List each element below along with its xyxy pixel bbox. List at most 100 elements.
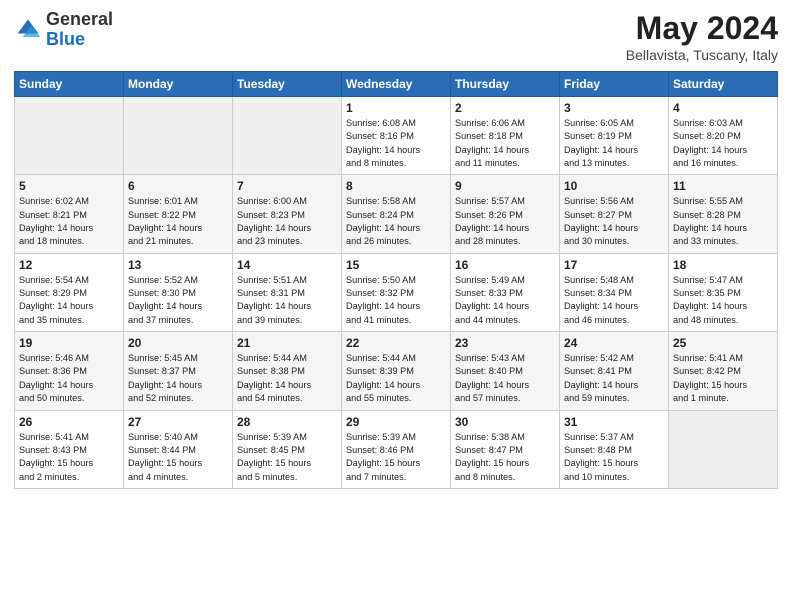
calendar-cell: 14 Sunrise: 5:51 AM Sunset: 8:31 PM Dayli… [233, 253, 342, 331]
calendar-cell: 19 Sunrise: 5:46 AM Sunset: 8:36 PM Dayli… [15, 332, 124, 410]
header-row: Sunday Monday Tuesday Wednesday Thursday… [15, 72, 778, 97]
calendar-cell: 28 Sunrise: 5:39 AM Sunset: 8:45 PM Dayli… [233, 410, 342, 488]
day-number: 30 [455, 415, 555, 429]
day-info: Sunrise: 5:46 AM Sunset: 8:36 PM Dayligh… [19, 352, 119, 405]
logo-text: General Blue [46, 10, 113, 50]
day-number: 18 [673, 258, 773, 272]
day-number: 19 [19, 336, 119, 350]
logo-blue: Blue [46, 29, 85, 49]
title-block: May 2024 Bellavista, Tuscany, Italy [626, 10, 778, 63]
calendar-week-3: 12 Sunrise: 5:54 AM Sunset: 8:29 PM Dayli… [15, 253, 778, 331]
calendar-cell: 29 Sunrise: 5:39 AM Sunset: 8:46 PM Dayli… [342, 410, 451, 488]
day-info: Sunrise: 5:51 AM Sunset: 8:31 PM Dayligh… [237, 274, 337, 327]
day-number: 22 [346, 336, 446, 350]
day-number: 11 [673, 179, 773, 193]
calendar-cell: 6Sunrise: 6:01 AM Sunset: 8:22 PM Daylig… [124, 175, 233, 253]
calendar-cell: 1 Sunrise: 6:08 AM Sunset: 8:16 PM Daylig… [342, 97, 451, 175]
main-title: May 2024 [626, 10, 778, 47]
day-info: Sunrise: 6:02 AM Sunset: 8:21 PM Dayligh… [19, 195, 119, 248]
col-wednesday: Wednesday [342, 72, 451, 97]
calendar-cell: 10Sunrise: 5:56 AM Sunset: 8:27 PM Dayli… [560, 175, 669, 253]
calendar-cell [233, 97, 342, 175]
day-number: 28 [237, 415, 337, 429]
day-number: 8 [346, 179, 446, 193]
calendar-cell: 11 Sunrise: 5:55 AM Sunset: 8:28 PM Dayli… [669, 175, 778, 253]
calendar-cell: 25Sunrise: 5:41 AM Sunset: 8:42 PM Dayli… [669, 332, 778, 410]
calendar-cell [124, 97, 233, 175]
logo-general: General [46, 9, 113, 29]
day-number: 14 [237, 258, 337, 272]
day-info: Sunrise: 5:52 AM Sunset: 8:30 PM Dayligh… [128, 274, 228, 327]
day-info: Sunrise: 5:50 AM Sunset: 8:32 PM Dayligh… [346, 274, 446, 327]
calendar-cell: 20Sunrise: 5:45 AM Sunset: 8:37 PM Dayli… [124, 332, 233, 410]
day-info: Sunrise: 5:38 AM Sunset: 8:47 PM Dayligh… [455, 431, 555, 484]
calendar-week-5: 26 Sunrise: 5:41 AM Sunset: 8:43 PM Dayli… [15, 410, 778, 488]
day-number: 10 [564, 179, 664, 193]
day-number: 25 [673, 336, 773, 350]
day-info: Sunrise: 6:03 AM Sunset: 8:20 PM Dayligh… [673, 117, 773, 170]
day-info: Sunrise: 5:39 AM Sunset: 8:46 PM Dayligh… [346, 431, 446, 484]
col-thursday: Thursday [451, 72, 560, 97]
calendar-cell: 7 Sunrise: 6:00 AM Sunset: 8:23 PM Daylig… [233, 175, 342, 253]
day-number: 13 [128, 258, 228, 272]
day-info: Sunrise: 6:05 AM Sunset: 8:19 PM Dayligh… [564, 117, 664, 170]
day-info: Sunrise: 5:37 AM Sunset: 8:48 PM Dayligh… [564, 431, 664, 484]
col-saturday: Saturday [669, 72, 778, 97]
day-info: Sunrise: 5:41 AM Sunset: 8:43 PM Dayligh… [19, 431, 119, 484]
day-number: 9 [455, 179, 555, 193]
day-info: Sunrise: 5:54 AM Sunset: 8:29 PM Dayligh… [19, 274, 119, 327]
calendar-cell: 23Sunrise: 5:43 AM Sunset: 8:40 PM Dayli… [451, 332, 560, 410]
calendar-cell [15, 97, 124, 175]
day-number: 6 [128, 179, 228, 193]
page: General Blue May 2024 Bellavista, Tuscan… [0, 0, 792, 612]
calendar-week-1: 1 Sunrise: 6:08 AM Sunset: 8:16 PM Daylig… [15, 97, 778, 175]
day-number: 1 [346, 101, 446, 115]
col-sunday: Sunday [15, 72, 124, 97]
day-info: Sunrise: 5:57 AM Sunset: 8:26 PM Dayligh… [455, 195, 555, 248]
calendar-cell: 15Sunrise: 5:50 AM Sunset: 8:32 PM Dayli… [342, 253, 451, 331]
day-info: Sunrise: 6:08 AM Sunset: 8:16 PM Dayligh… [346, 117, 446, 170]
col-tuesday: Tuesday [233, 72, 342, 97]
calendar-cell: 21Sunrise: 5:44 AM Sunset: 8:38 PM Dayli… [233, 332, 342, 410]
day-info: Sunrise: 5:42 AM Sunset: 8:41 PM Dayligh… [564, 352, 664, 405]
calendar-cell: 17 Sunrise: 5:48 AM Sunset: 8:34 PM Dayli… [560, 253, 669, 331]
calendar-cell [669, 410, 778, 488]
day-info: Sunrise: 5:49 AM Sunset: 8:33 PM Dayligh… [455, 274, 555, 327]
calendar-week-2: 5 Sunrise: 6:02 AM Sunset: 8:21 PM Daylig… [15, 175, 778, 253]
day-number: 3 [564, 101, 664, 115]
day-number: 26 [19, 415, 119, 429]
calendar-cell: 16 Sunrise: 5:49 AM Sunset: 8:33 PM Dayli… [451, 253, 560, 331]
day-number: 4 [673, 101, 773, 115]
calendar-cell: 2 Sunrise: 6:06 AM Sunset: 8:18 PM Daylig… [451, 97, 560, 175]
day-number: 20 [128, 336, 228, 350]
logo-icon [14, 16, 42, 44]
day-info: Sunrise: 5:55 AM Sunset: 8:28 PM Dayligh… [673, 195, 773, 248]
day-number: 24 [564, 336, 664, 350]
day-info: Sunrise: 6:00 AM Sunset: 8:23 PM Dayligh… [237, 195, 337, 248]
day-number: 21 [237, 336, 337, 350]
calendar-cell: 30 Sunrise: 5:38 AM Sunset: 8:47 PM Dayli… [451, 410, 560, 488]
day-info: Sunrise: 5:40 AM Sunset: 8:44 PM Dayligh… [128, 431, 228, 484]
day-info: Sunrise: 6:06 AM Sunset: 8:18 PM Dayligh… [455, 117, 555, 170]
calendar-cell: 31Sunrise: 5:37 AM Sunset: 8:48 PM Dayli… [560, 410, 669, 488]
day-number: 2 [455, 101, 555, 115]
day-number: 17 [564, 258, 664, 272]
calendar-cell: 24 Sunrise: 5:42 AM Sunset: 8:41 PM Dayli… [560, 332, 669, 410]
calendar-table: Sunday Monday Tuesday Wednesday Thursday… [14, 71, 778, 489]
day-number: 7 [237, 179, 337, 193]
day-info: Sunrise: 5:44 AM Sunset: 8:39 PM Dayligh… [346, 352, 446, 405]
day-number: 29 [346, 415, 446, 429]
day-number: 12 [19, 258, 119, 272]
day-number: 23 [455, 336, 555, 350]
day-number: 16 [455, 258, 555, 272]
calendar-cell: 27Sunrise: 5:40 AM Sunset: 8:44 PM Dayli… [124, 410, 233, 488]
calendar-week-4: 19 Sunrise: 5:46 AM Sunset: 8:36 PM Dayli… [15, 332, 778, 410]
day-info: Sunrise: 5:48 AM Sunset: 8:34 PM Dayligh… [564, 274, 664, 327]
col-monday: Monday [124, 72, 233, 97]
day-info: Sunrise: 5:39 AM Sunset: 8:45 PM Dayligh… [237, 431, 337, 484]
day-number: 5 [19, 179, 119, 193]
subtitle: Bellavista, Tuscany, Italy [626, 47, 778, 63]
day-info: Sunrise: 5:47 AM Sunset: 8:35 PM Dayligh… [673, 274, 773, 327]
day-info: Sunrise: 5:58 AM Sunset: 8:24 PM Dayligh… [346, 195, 446, 248]
calendar-cell: 18 Sunrise: 5:47 AM Sunset: 8:35 PM Dayli… [669, 253, 778, 331]
